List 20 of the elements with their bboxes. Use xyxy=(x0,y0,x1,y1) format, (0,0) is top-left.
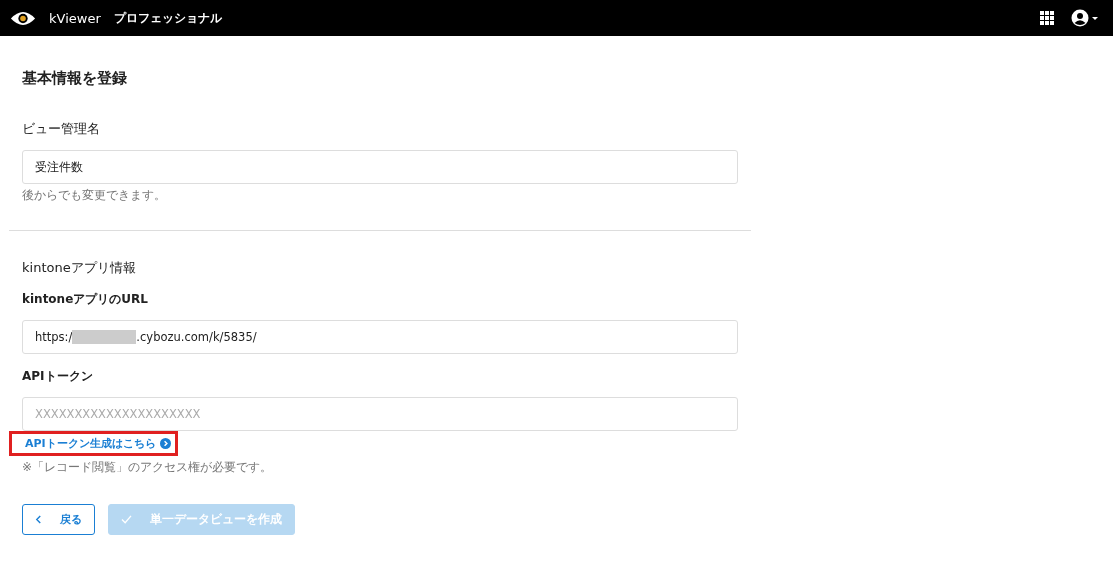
hint-text: 後からでも変更できます。 xyxy=(22,187,167,204)
field-label: kintoneアプリのURL xyxy=(22,291,149,308)
eye-logo-icon xyxy=(10,9,36,27)
input-field[interactable]: XXXXXXXXXXXXXXXXXXXXX xyxy=(22,397,738,431)
field-label: ビュー管理名 xyxy=(22,120,101,138)
account-menu-icon[interactable] xyxy=(1071,9,1099,27)
token-link[interactable]: APIトークン生成はこちら xyxy=(9,431,178,456)
input-field[interactable]: 受注件数 xyxy=(22,150,738,184)
chevron-left-icon xyxy=(35,515,42,524)
edition-label: プロフェッショナル xyxy=(113,9,222,27)
back-button[interactable]: 戻る xyxy=(22,504,95,535)
field-label: APIトークン xyxy=(22,368,94,385)
section-label: kintoneアプリ情報 xyxy=(22,259,137,277)
chevron-circle-icon xyxy=(159,438,171,449)
note-text: ※「レコード閲覧」のアクセス権が必要です。 xyxy=(22,459,274,476)
page-title: 基本情報を登録 xyxy=(22,69,128,88)
check-icon xyxy=(121,515,132,524)
app-name: kViewer xyxy=(49,10,101,26)
input-field[interactable]: https:/ .cybozu.com/k/5835/ xyxy=(22,320,738,354)
apps-grid-icon[interactable] xyxy=(1040,11,1054,25)
